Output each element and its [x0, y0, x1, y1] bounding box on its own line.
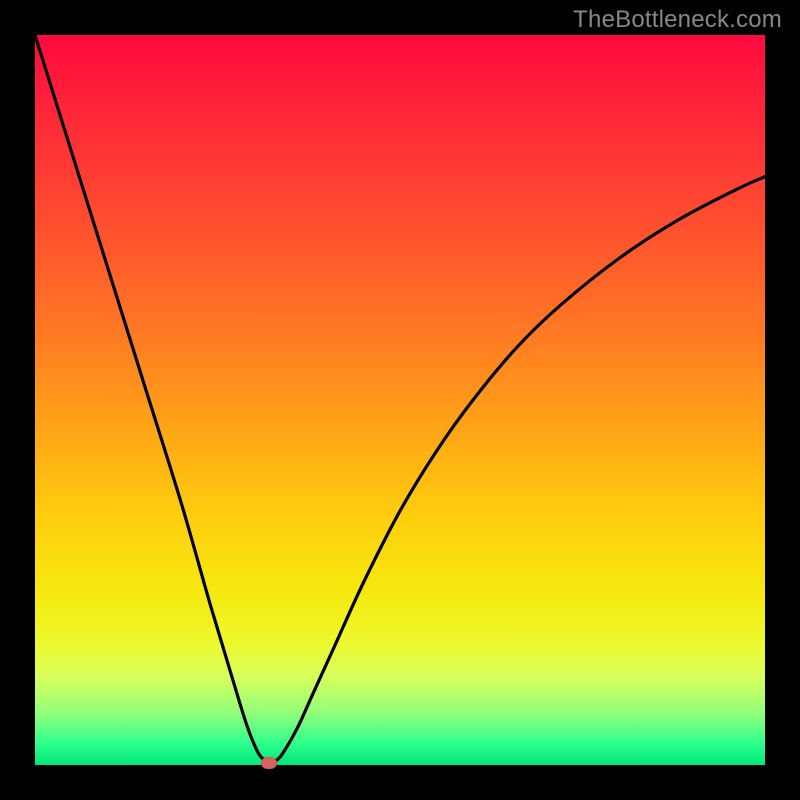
chart-plot-area: [35, 35, 765, 765]
optimal-point-marker: [261, 757, 277, 769]
chart-frame: TheBottleneck.com: [0, 0, 800, 800]
watermark-text: TheBottleneck.com: [573, 6, 782, 34]
bottleneck-curve: [35, 35, 765, 765]
